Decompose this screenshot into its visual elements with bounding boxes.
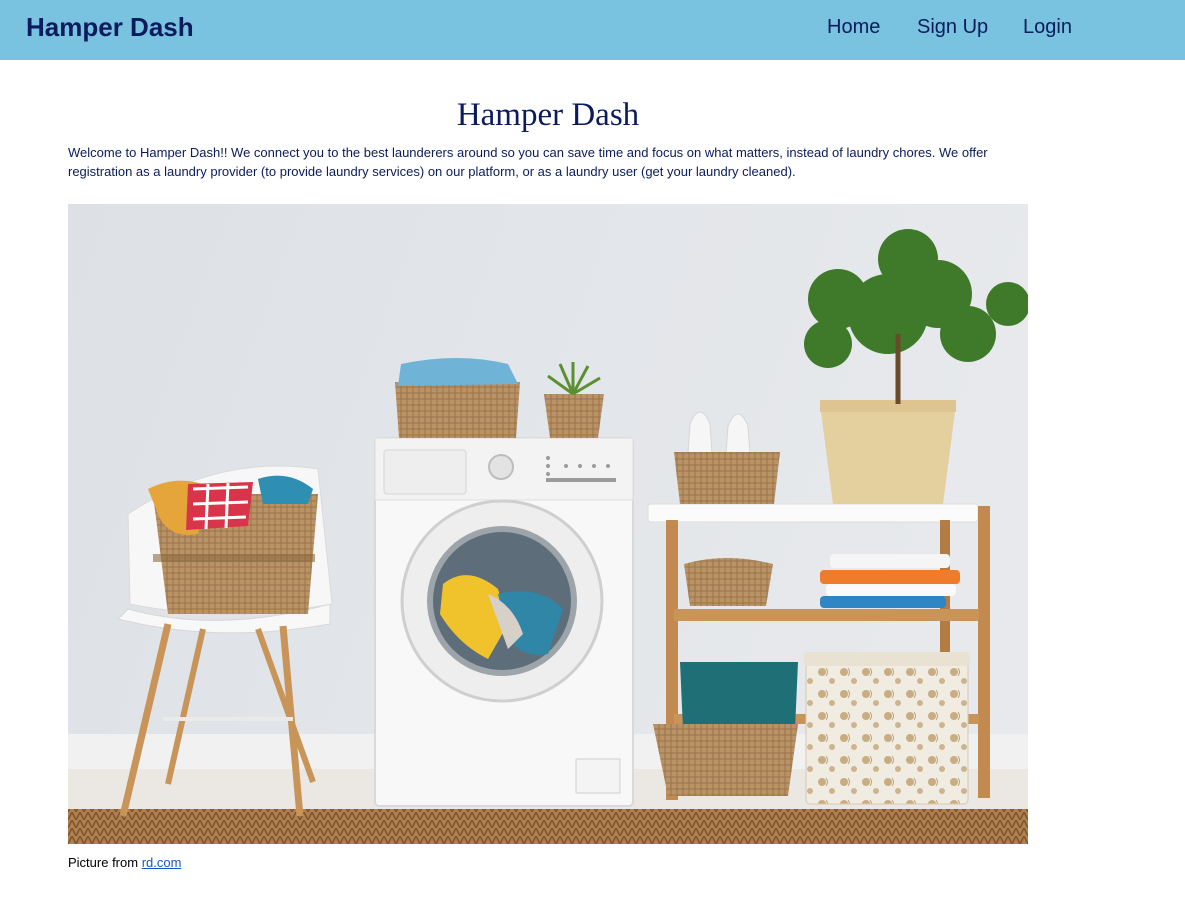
nav-link-sign-up[interactable]: Sign Up [917, 14, 988, 40]
brand-link[interactable]: Hamper Dash [26, 10, 194, 44]
page-title: Hamper Dash [456, 97, 640, 133]
rd-link[interactable]: rd.com [142, 855, 182, 870]
laundry-room-image [68, 204, 1028, 844]
caption-prefix: Picture from [68, 855, 139, 870]
nav-link-login[interactable]: Login [1023, 14, 1072, 40]
intro-paragraph: Welcome to Hamper Dash!! We connect you … [68, 145, 988, 179]
navbar: Hamper Dash Home Sign Up Login [0, 0, 1185, 60]
image-caption: Picture from rd.com [68, 854, 181, 872]
nav-link-home[interactable]: Home [827, 14, 880, 40]
